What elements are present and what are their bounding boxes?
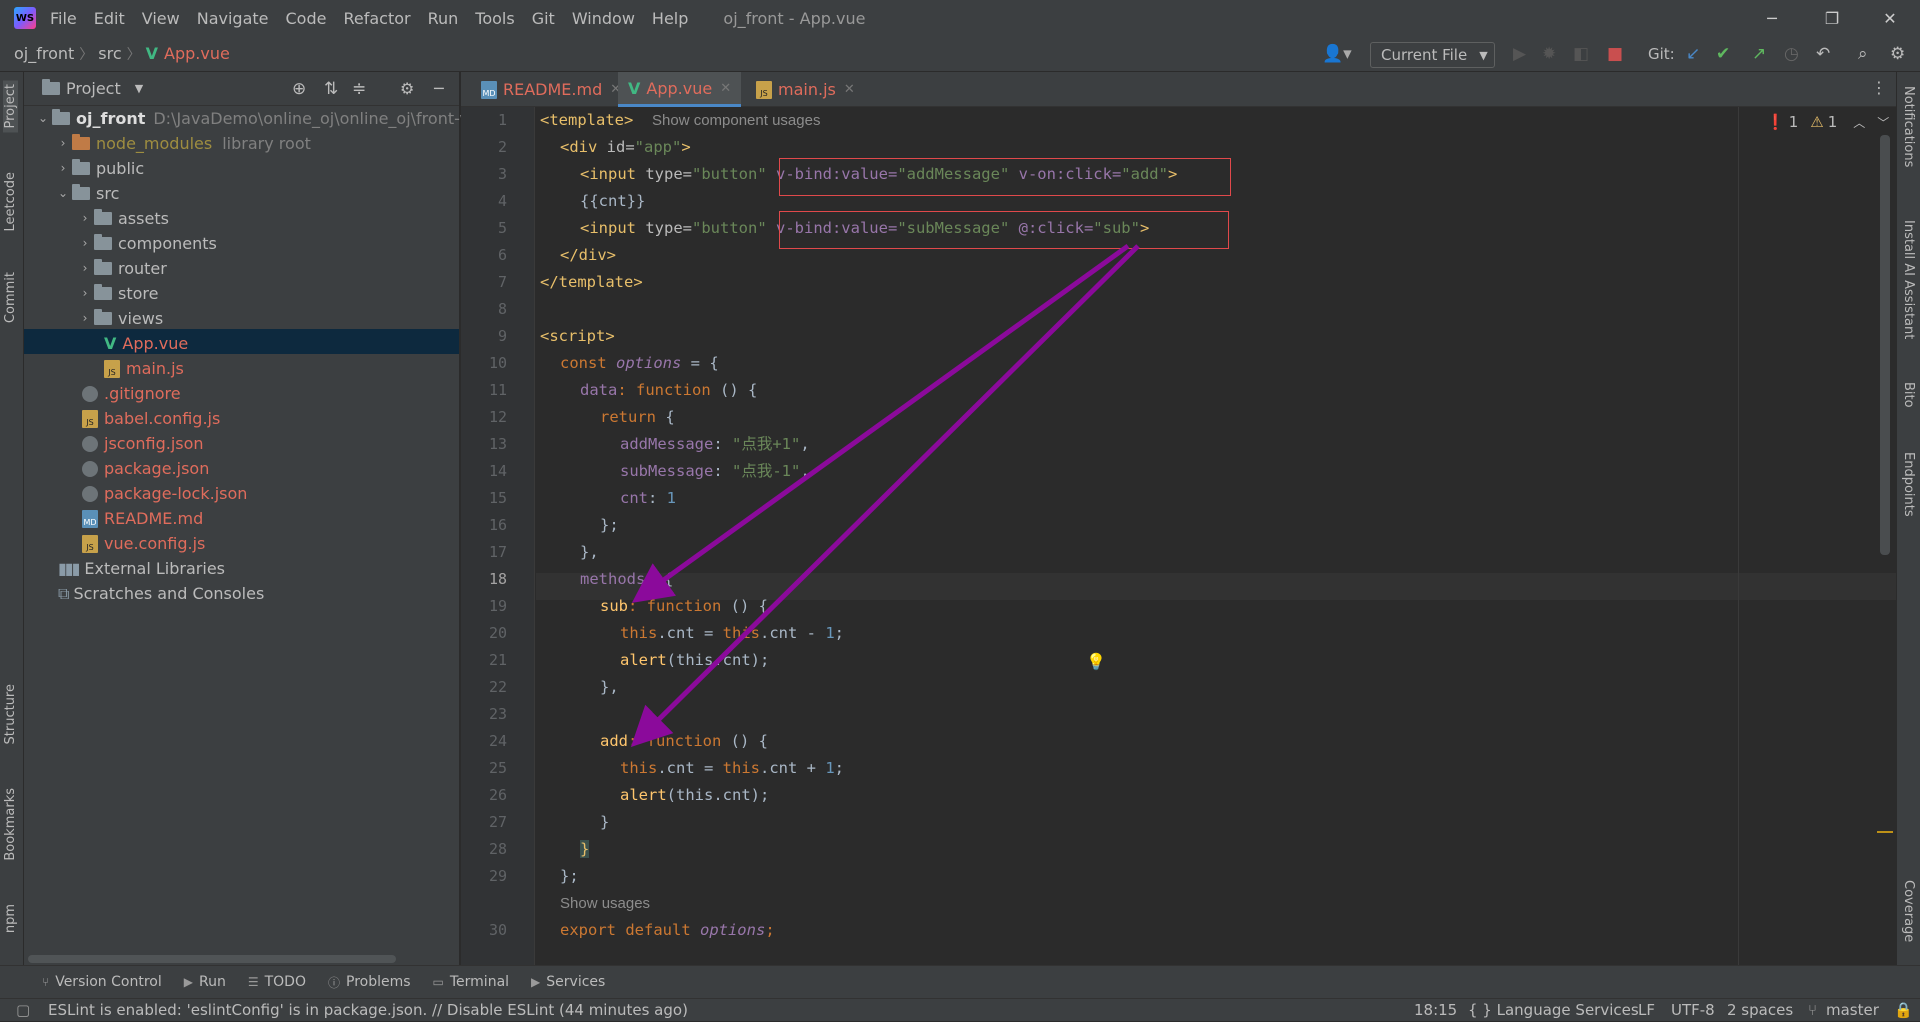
run-icon: ▶ [183,975,193,989]
annotation-arrow-to-methods [631,243,1130,603]
tool-terminal[interactable]: ▭ Terminal [433,974,510,990]
status-bar: ▢ ESLint is enabled: 'eslintConfig' is i… [0,998,1920,1021]
services-icon: ▶ [531,975,541,989]
annotation-arrows [630,243,1140,748]
git-branch[interactable]: master [1826,999,1879,1022]
branch-icon: ⑂ [1808,1001,1818,1019]
editor-vertical-scrollbar[interactable] [1880,135,1890,555]
warning-stripe-marker[interactable] [1877,831,1893,833]
problems-icon: ⓘ [327,975,340,990]
tool-windows-bar: ⑂ Version Control ▶ Run ☰ TODO ⓘ Problems ▭ T… [0,965,1920,998]
terminal-icon: ▭ [432,975,444,989]
annotation-arrow-to-add [630,244,1140,748]
todo-list-icon: ☰ [247,975,259,989]
file-encoding[interactable]: UTF-8 [1671,999,1715,1022]
branch-icon: ⑂ [42,975,50,989]
tool-services[interactable]: ▶ Services [531,974,605,990]
indent-setting[interactable]: 2 spaces [1727,999,1793,1022]
tool-version-control[interactable]: ⑂ Version Control [42,974,162,990]
status-message[interactable]: ESLint is enabled: 'eslintConfig' is in … [48,999,688,1022]
tool-problems[interactable]: ⓘ Problems [328,974,411,991]
lock-icon[interactable]: 🔒 [1894,999,1913,1022]
right-margin-guide [1738,107,1739,965]
toggle-tool-windows-icon[interactable]: ▢ [16,999,30,1022]
caret-position[interactable]: 18:15 [1414,999,1457,1022]
line-separator[interactable]: LF [1638,999,1655,1022]
language-services[interactable]: { } Language Services [1468,999,1639,1022]
tool-todo[interactable]: ☰ TODO [248,974,306,990]
tool-run[interactable]: ▶ Run [184,974,226,990]
